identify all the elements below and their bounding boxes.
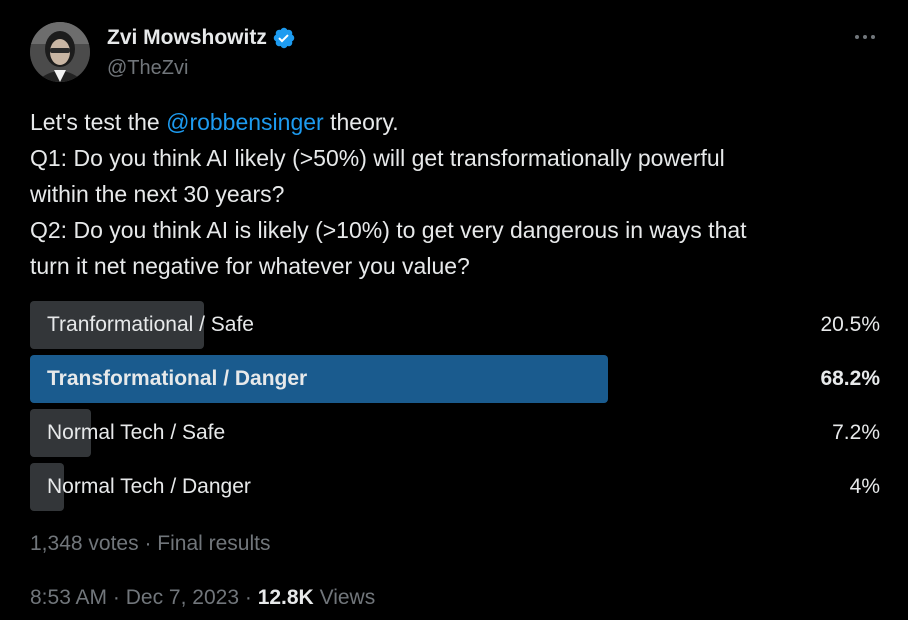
poll-option: Normal Tech / Safe 7.2% — [30, 409, 880, 457]
views-count[interactable]: 12.8K — [258, 586, 314, 609]
separator-dot: · — [112, 586, 120, 609]
author-handle[interactable]: @TheZvi — [107, 56, 188, 80]
views-label: Views — [319, 586, 376, 609]
tweet-text-line: Let's test the @robbensinger theory. — [30, 104, 880, 140]
mention-link[interactable]: @robbensinger — [166, 109, 324, 135]
poll-option: Normal Tech / Danger 4% — [30, 463, 880, 511]
tweet-footer: 8:53 AM · Dec 7, 2023 · 12.8K Views — [30, 585, 375, 611]
poll-option-label: Transformational / Danger — [47, 367, 308, 390]
tweet-time[interactable]: 8:53 AM — [30, 586, 107, 609]
separator-dot: · — [144, 532, 152, 555]
tweet-date[interactable]: Dec 7, 2023 — [126, 586, 239, 609]
tweet-text-line: Q1: Do you think AI likely (>50%) will g… — [30, 145, 725, 171]
poll-option: Transformational / Danger 68.2% — [30, 355, 880, 403]
poll-status: Final results — [157, 532, 271, 555]
author-name-row: Zvi Mowshowitz — [107, 25, 296, 51]
separator-dot: · — [244, 586, 252, 609]
verified-badge-icon[interactable] — [272, 26, 296, 50]
tweet-text-segment: theory. — [323, 109, 399, 135]
poll-option-percent: 7.2% — [832, 421, 880, 444]
tweet-text-segment: Let's test the — [30, 109, 167, 135]
more-button[interactable] — [852, 24, 878, 50]
poll-option-label: Tranformational / Safe — [47, 313, 254, 336]
more-dots-icon — [855, 35, 875, 39]
poll-vote-count: 1,348 votes — [30, 532, 139, 555]
tweet-text-line: within the next 30 years? — [30, 181, 285, 207]
author-display-name[interactable]: Zvi Mowshowitz — [107, 25, 267, 51]
poll-option-percent: 4% — [849, 475, 880, 498]
poll-option-percent: 68.2% — [820, 367, 880, 390]
avatar[interactable] — [30, 22, 90, 82]
poll-option: Tranformational / Safe 20.5% — [30, 301, 880, 349]
poll-option-label: Normal Tech / Safe — [47, 421, 226, 444]
poll-option-percent: 20.5% — [820, 313, 880, 336]
tweet-text: Let's test the @robbensinger theory. Q1:… — [30, 104, 880, 284]
poll-option-label: Normal Tech / Danger — [47, 475, 251, 498]
avatar-image — [30, 22, 90, 82]
poll-meta: 1,348 votes · Final results — [30, 531, 270, 557]
tweet-text-line: Q2: Do you think AI is likely (>10%) to … — [30, 217, 747, 243]
tweet-text-line: turn it net negative for whatever you va… — [30, 253, 470, 279]
